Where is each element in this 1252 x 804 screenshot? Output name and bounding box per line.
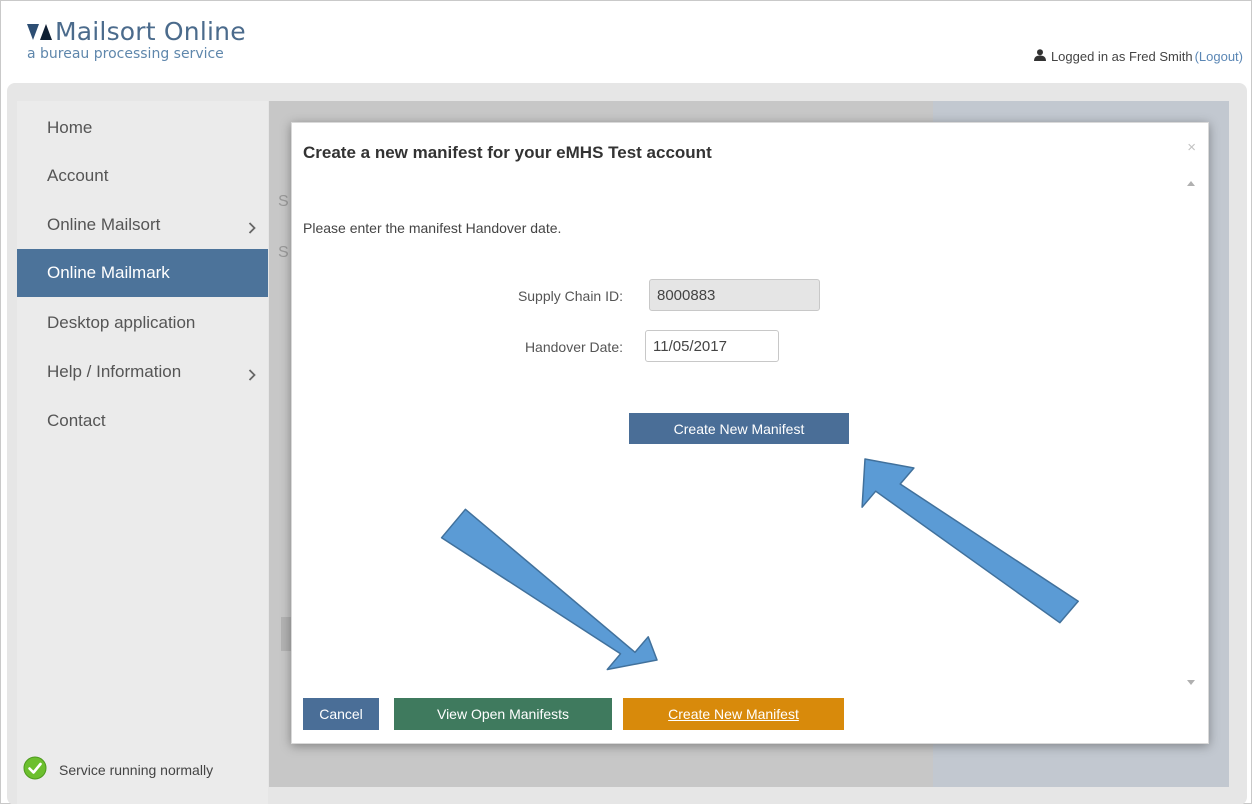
app-window: Mailsort Online a bureau processing serv…	[0, 0, 1252, 804]
annotation-arrow-up	[861, 458, 1079, 624]
annotation-arrow-down	[440, 508, 658, 671]
annotation-arrows	[440, 458, 1079, 671]
